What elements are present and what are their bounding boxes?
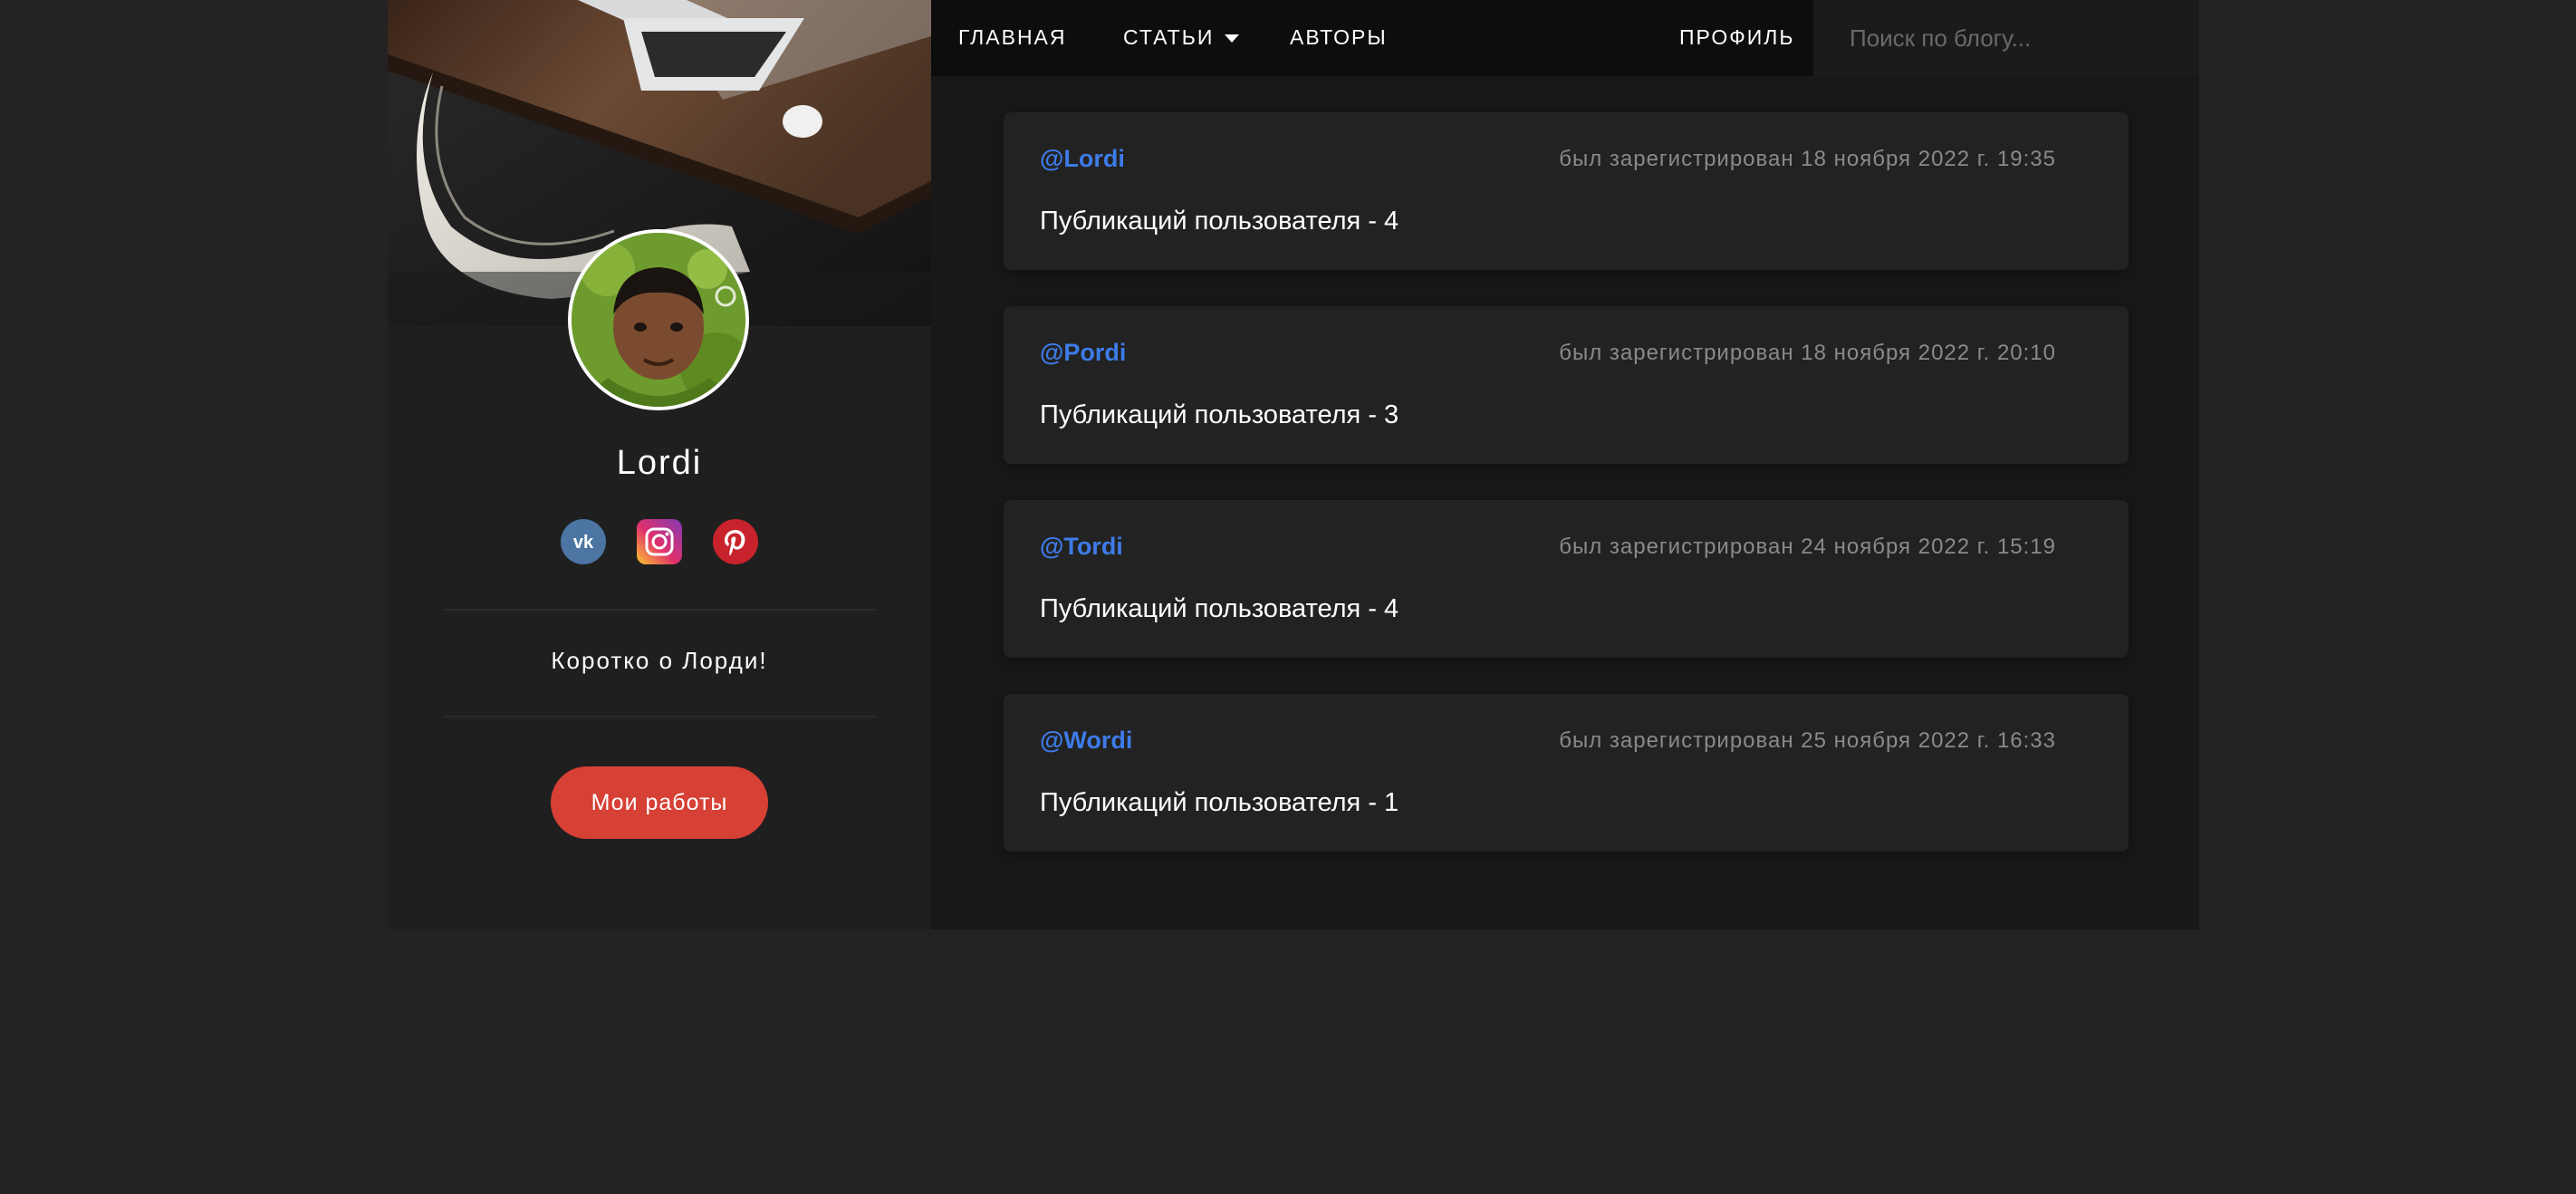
profile-name: Lordi (616, 444, 703, 482)
post-count: Публикаций пользователя - 4 (1040, 207, 1399, 236)
svg-text:vk: vk (573, 533, 594, 553)
vk-icon: vk (561, 519, 606, 564)
post-count: Публикаций пользователя - 1 (1040, 788, 1399, 817)
nav-articles-dropdown[interactable]: СТАТЬИ (1123, 0, 1240, 76)
instagram-link[interactable] (637, 519, 682, 564)
authors-list: @Lordi был зарегистрирован 18 ноября 202… (1004, 112, 2129, 888)
nav-authors[interactable]: АВТОРЫ (1290, 0, 1388, 76)
profile-sidebar: Lordi vk Коротко о Лорди! Мои работы (388, 0, 931, 929)
pinterest-link[interactable] (713, 519, 758, 564)
author-handle-link[interactable]: @Pordi (1040, 339, 1126, 367)
divider (442, 716, 877, 717)
nav-home[interactable]: ГЛАВНАЯ (958, 0, 1067, 76)
vk-link[interactable]: vk (561, 519, 606, 564)
my-works-button[interactable]: Мои работы (551, 766, 768, 839)
registration-date: был зарегистрирован 24 ноября 2022 г. 15… (1559, 534, 2056, 559)
main-content: ГЛАВНАЯ СТАТЬИ АВТОРЫ ПРОФИЛЬ @Lordi был… (931, 0, 2199, 929)
registration-date: был зарегистрирован 18 ноября 2022 г. 19… (1559, 147, 2056, 171)
author-handle-link[interactable]: @Lordi (1040, 145, 1125, 173)
pinterest-icon (713, 519, 758, 564)
author-card: @Lordi был зарегистрирован 18 ноября 202… (1004, 112, 2129, 270)
post-count: Публикаций пользователя - 4 (1040, 594, 1399, 623)
nav-articles-label: СТАТЬИ (1123, 25, 1215, 49)
author-card: @Tordi был зарегистрирован 24 ноября 202… (1004, 500, 2129, 658)
top-navigation: ГЛАВНАЯ СТАТЬИ АВТОРЫ ПРОФИЛЬ (931, 0, 2199, 76)
nav-profile[interactable]: ПРОФИЛЬ (1679, 0, 1794, 76)
search-input[interactable] (1813, 0, 2199, 76)
divider (442, 609, 877, 611)
author-handle-link[interactable]: @Tordi (1040, 533, 1123, 561)
about-text: Коротко о Лорди! (551, 647, 768, 674)
author-card: @Pordi был зарегистрирован 18 ноября 202… (1004, 306, 2129, 464)
registration-date: был зарегистрирован 18 ноября 2022 г. 20… (1559, 341, 2056, 365)
author-handle-link[interactable]: @Wordi (1040, 727, 1132, 755)
caret-down-icon (1225, 34, 1240, 43)
social-links: vk (388, 519, 931, 564)
instagram-icon (637, 519, 682, 564)
page-container: Lordi vk Коротко о Лорди! Мои работы ГЛА… (388, 0, 2199, 929)
post-count: Публикаций пользователя - 3 (1040, 400, 1399, 429)
avatar (568, 229, 749, 410)
registration-date: был зарегистрирован 25 ноября 2022 г. 16… (1559, 728, 2056, 753)
author-card: @Wordi был зарегистрирован 25 ноября 202… (1004, 694, 2129, 852)
